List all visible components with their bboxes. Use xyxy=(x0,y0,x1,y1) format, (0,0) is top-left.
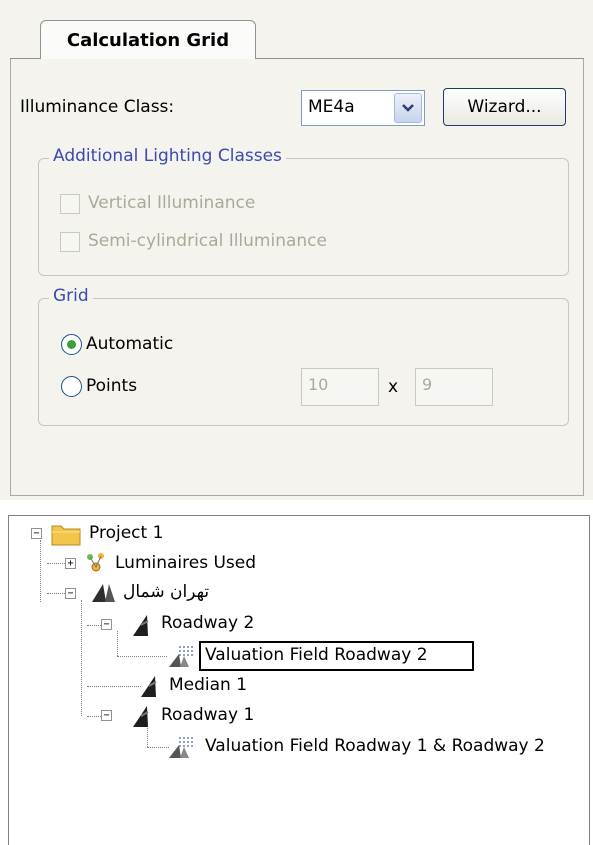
valuation-field-icon xyxy=(167,644,197,672)
tree-line xyxy=(87,686,141,687)
tree-line xyxy=(117,631,118,656)
tab-line xyxy=(10,58,41,59)
project-tree: − Project 1 + Luminaires Used − تهران شم… xyxy=(8,515,590,845)
properties-panel: Calculation Grid Illuminance Class: ME4a… xyxy=(0,0,593,500)
tree-item-roadway-1[interactable]: Roadway 1 xyxy=(161,705,254,725)
points-separator: x xyxy=(388,377,399,397)
road-icon xyxy=(89,580,117,608)
tree-line xyxy=(81,600,82,716)
tree-line xyxy=(40,540,41,602)
vertical-illuminance-checkbox[interactable] xyxy=(60,194,80,214)
radio-selected-dot xyxy=(67,340,76,349)
points-y-input[interactable]: 9 xyxy=(415,368,493,406)
automatic-radio[interactable] xyxy=(61,334,82,355)
tree-line xyxy=(147,747,169,748)
roadway-icon xyxy=(131,704,155,732)
grid-group: Grid xyxy=(38,286,569,426)
tab-line xyxy=(255,58,584,59)
tree-item-median-1[interactable]: Median 1 xyxy=(169,675,247,695)
semi-cylindrical-illuminance-checkbox[interactable] xyxy=(60,232,80,252)
tree-item-valuation-field-roadway-1-2[interactable]: Valuation Field Roadway 1 & Roadway 2 xyxy=(205,736,545,756)
additional-lighting-title: Additional Lighting Classes xyxy=(49,146,286,166)
dropdown-button[interactable] xyxy=(394,93,422,123)
tab-calculation-grid[interactable]: Calculation Grid xyxy=(40,20,256,59)
vertical-illuminance-label: Vertical Illuminance xyxy=(88,193,256,213)
collapse-toggle[interactable]: − xyxy=(31,528,42,539)
expand-toggle[interactable]: + xyxy=(65,558,76,569)
points-radio[interactable] xyxy=(61,376,82,397)
tree-item-project[interactable]: Project 1 xyxy=(89,523,163,543)
illuminance-class-value: ME4a xyxy=(308,97,355,117)
collapse-toggle[interactable]: − xyxy=(101,710,112,721)
folder-icon xyxy=(51,522,81,550)
collapse-toggle[interactable]: − xyxy=(101,619,112,630)
points-label: Points xyxy=(86,376,138,396)
tree-item-valuation-field-roadway-2[interactable]: Valuation Field Roadway 2 xyxy=(205,645,428,665)
collapse-toggle[interactable]: − xyxy=(65,588,76,599)
median-icon xyxy=(139,674,163,702)
valuation-field-icon xyxy=(167,735,197,763)
grid-title: Grid xyxy=(49,286,93,306)
points-x-input[interactable]: 10 xyxy=(301,368,379,406)
wizard-button[interactable]: Wizard... xyxy=(443,88,566,126)
luminaires-icon xyxy=(83,552,109,578)
additional-lighting-group: Additional Lighting Classes xyxy=(38,146,569,276)
illuminance-class-select[interactable]: ME4a xyxy=(301,90,425,126)
automatic-label: Automatic xyxy=(86,334,174,354)
chevron-down-icon xyxy=(402,104,414,112)
illuminance-class-label: Illuminance Class: xyxy=(20,97,175,117)
tree-item-luminaires[interactable]: Luminaires Used xyxy=(115,553,256,573)
tree-item-street[interactable]: تهران شمال xyxy=(123,582,209,602)
roadway-icon xyxy=(131,613,155,641)
tree-line xyxy=(117,656,167,657)
tree-item-roadway-2[interactable]: Roadway 2 xyxy=(161,613,254,633)
semi-cylindrical-illuminance-label: Semi-cylindrical Illuminance xyxy=(88,231,327,251)
